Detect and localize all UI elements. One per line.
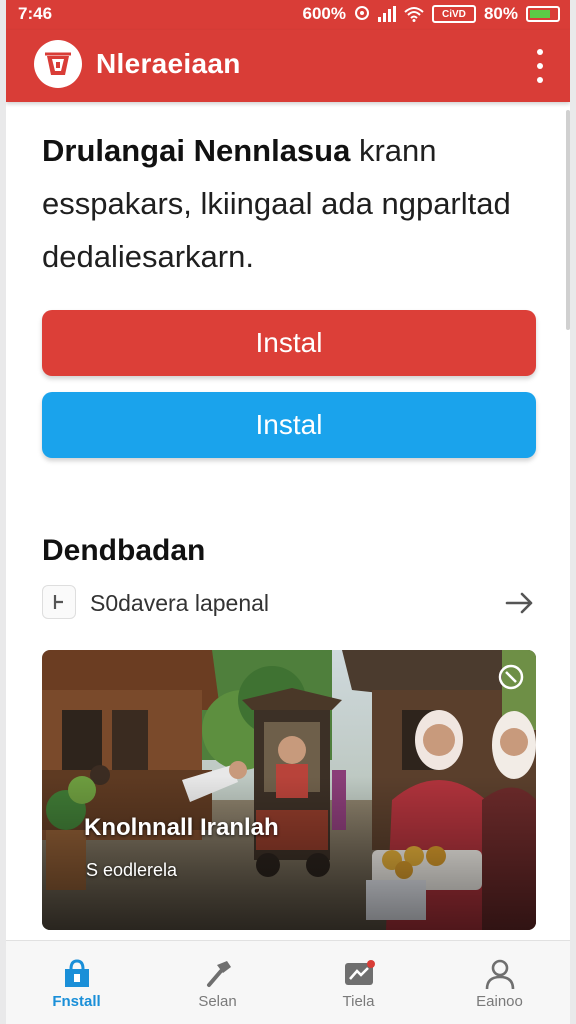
nav-item-selan[interactable]: Selan — [147, 941, 288, 1024]
wifi-icon — [404, 7, 424, 22]
bookmark-icon — [42, 585, 76, 619]
status-bar: 7:46 600% CiVD 80% — [6, 0, 570, 30]
photo-subtitle: S eodlerela — [86, 860, 178, 880]
scrollbar[interactable] — [566, 110, 570, 330]
photo-title: Knolnnall Iranlah — [84, 814, 279, 841]
nav-label-install: Fnstall — [52, 993, 101, 1010]
section-link-label: S0davera lapenal — [90, 590, 270, 616]
person-icon — [485, 959, 514, 990]
nav-item-profile[interactable]: Eainoo — [429, 941, 570, 1024]
signal-icon — [377, 6, 396, 22]
nav-item-install[interactable]: Fnstall — [6, 941, 147, 1024]
app-screen: 7:46 600% CiVD 80% Nleraeiaan Drulangai … — [6, 0, 570, 1024]
battery-icon: CiVD — [431, 5, 476, 23]
install-button-primary[interactable]: Instal — [42, 310, 536, 376]
hammer-icon — [206, 961, 231, 987]
app-bar: Nleraeiaan — [6, 30, 570, 102]
nav-label-profile: Eainoo — [476, 993, 523, 1010]
status-indicators: 600% CiVD 80% — [302, 4, 560, 24]
install-button-secondary[interactable]: Instal — [42, 392, 536, 458]
close-circle-icon[interactable] — [498, 664, 524, 690]
battery-level-icon — [526, 6, 560, 22]
nav-label-tiela: Tiela — [342, 993, 375, 1010]
bottom-navigation: Fnstall Selan Tiela Eainoo — [6, 940, 570, 1024]
status-time: 7:46 — [18, 4, 53, 23]
status-right-percent: 80% — [483, 4, 518, 23]
featured-photo — [42, 650, 536, 930]
intro-text: Drulangai Nennlasua krann esspakars, lki… — [42, 124, 542, 283]
store-icon — [64, 959, 89, 987]
featured-photo-card[interactable]: Knolnnall Iranlah S eodlerela — [42, 650, 536, 930]
message-icon — [344, 960, 375, 985]
arrow-right-icon[interactable] — [504, 586, 536, 618]
nav-label-selan: Selan — [198, 993, 237, 1010]
status-left-percent: 600% — [302, 4, 346, 23]
app-title: Nleraeiaan — [96, 48, 241, 79]
nav-item-tiela[interactable]: Tiela — [288, 941, 429, 1024]
location-icon — [354, 6, 369, 20]
more-vert-icon[interactable] — [534, 46, 546, 86]
app-logo-icon — [34, 40, 82, 88]
intro-headline: Drulangai Nennlasua — [42, 133, 351, 168]
section-title: Dendbadan — [42, 534, 206, 567]
section-link-row[interactable]: S0davera lapenal — [42, 584, 536, 620]
